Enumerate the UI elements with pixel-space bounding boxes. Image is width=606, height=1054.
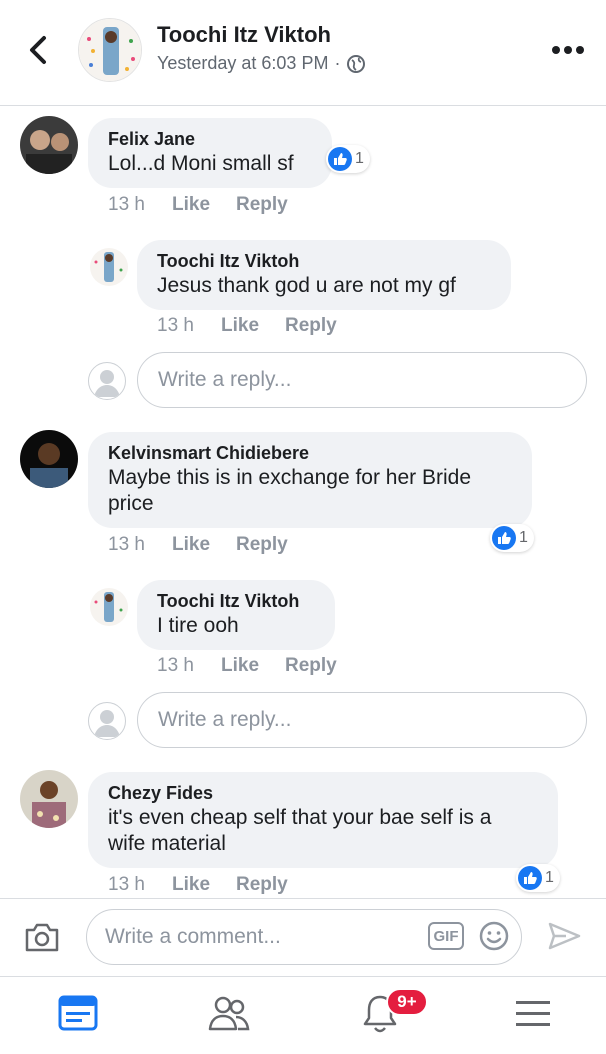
reply-time: 13 h [157,315,194,336]
comment-text-line: Maybe this is in exchange for her Bride [108,466,472,489]
like-icon [518,866,542,890]
author-avatar[interactable] [78,18,142,82]
user-avatar-placeholder [88,702,126,740]
like-button[interactable]: Like [172,874,236,896]
comment-time: 13 h [108,194,145,215]
reply-bubble: Toochi Itz Viktoh Jesus thank god u are … [137,240,511,310]
reply-button[interactable]: Reply [236,194,288,216]
reply-actions: 13 h Like Reply [157,315,337,337]
reply-actions: 13 h Like Reply [157,655,337,677]
camera-icon[interactable] [24,921,60,953]
reply-time: 13 h [157,655,194,676]
comment-text: Lol...d Moni small sf [108,152,294,175]
comment-author[interactable]: Chezy Fides [108,782,538,805]
emoji-icon[interactable] [478,920,510,952]
post-header: Toochi Itz Viktoh Yesterday at 6:03 PM · [0,0,606,106]
more-icon[interactable] [548,40,588,60]
meta-separator: · [334,53,341,73]
commenter-avatar[interactable] [20,430,78,488]
author-name[interactable]: Toochi Itz Viktoh [157,22,331,48]
comment-time: 13 h [108,874,145,895]
news-feed-icon[interactable] [58,991,98,1035]
reaction-number: 1 [545,869,554,886]
post-timestamp: Yesterday at 6:03 PM [157,53,329,73]
reply-author[interactable]: Toochi Itz Viktoh [157,250,491,273]
comment-actions: 13 h Like Reply [108,534,288,556]
friends-icon[interactable] [206,991,252,1035]
reply-button[interactable]: Reply [236,874,288,896]
like-button[interactable]: Like [221,315,285,337]
globe-icon [347,54,366,73]
reply-bubble: Toochi Itz Viktoh I tire ooh [137,580,335,650]
like-button[interactable]: Like [221,655,285,677]
gif-icon[interactable]: GIF [428,922,464,950]
user-avatar-placeholder [88,362,126,400]
comment-text-line: wife material [108,832,226,855]
commenter-avatar[interactable] [20,770,78,828]
like-button[interactable]: Like [172,194,236,216]
comment-bubble: Chezy Fides it's even cheap self that yo… [88,772,558,868]
reply-text: Jesus thank god u are not my gf [157,274,456,297]
reaction-number: 1 [355,150,364,167]
reaction-count[interactable]: 1 [326,145,370,173]
reply-input[interactable]: Write a reply... [137,352,587,408]
comment-text-line: it's even cheap self that your bae self … [108,806,492,829]
reply-input-placeholder: Write a reply... [158,708,292,731]
comment-composer: Write a comment... [0,898,606,976]
like-icon [492,526,516,550]
comment-bubble: Felix Jane Lol...d Moni small sf [88,118,332,188]
comment-actions: 13 h Like Reply [108,874,288,896]
like-button[interactable]: Like [172,534,236,556]
send-icon[interactable] [546,920,582,952]
commenter-avatar[interactable] [20,116,78,174]
comment-author[interactable]: Kelvinsmart Chidiebere [108,442,512,465]
reply-input[interactable]: Write a reply... [137,692,587,748]
like-icon [328,147,352,171]
comment-bubble: Kelvinsmart Chidiebere Maybe this is in … [88,432,532,528]
bottom-tab-bar [0,976,606,1054]
post-meta: Yesterday at 6:03 PM · [157,53,366,74]
back-arrow-icon[interactable] [22,30,56,70]
comment-actions: 13 h Like Reply [108,194,288,216]
notifications-badge: 9+ [386,988,428,1016]
reaction-number: 1 [519,529,528,546]
reply-avatar[interactable] [90,588,128,626]
reply-author[interactable]: Toochi Itz Viktoh [157,590,315,613]
comment-author[interactable]: Felix Jane [108,128,312,151]
comment-input-placeholder: Write a comment... [105,925,281,948]
reaction-count[interactable]: 1 [516,864,560,892]
reply-button[interactable]: Reply [285,655,337,677]
reply-text: I tire ooh [157,614,239,637]
reply-button[interactable]: Reply [236,534,288,556]
reply-avatar[interactable] [90,248,128,286]
comment-time: 13 h [108,534,145,555]
reply-button[interactable]: Reply [285,315,337,337]
reply-input-placeholder: Write a reply... [158,368,292,391]
menu-icon[interactable] [514,991,552,1035]
reaction-count[interactable]: 1 [490,524,534,552]
comment-text-line: price [108,492,154,515]
